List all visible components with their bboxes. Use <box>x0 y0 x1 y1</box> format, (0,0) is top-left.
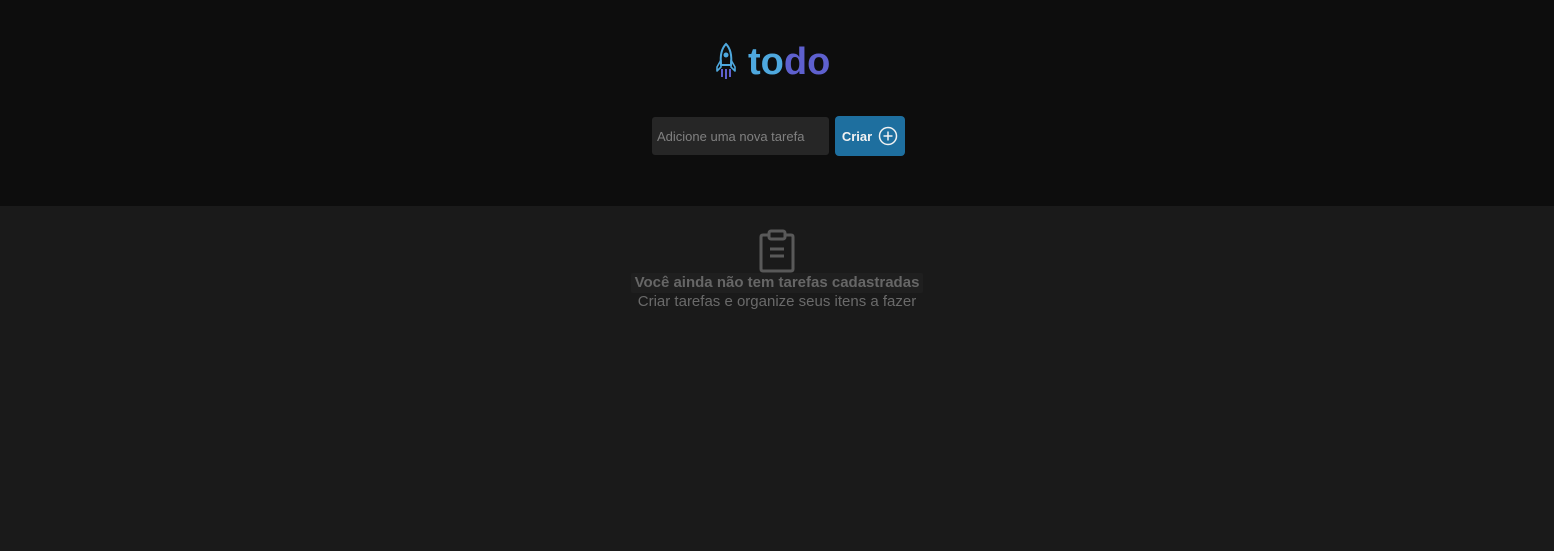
clipboard-icon <box>757 229 797 273</box>
empty-state: Você ainda não tem tarefas cadastradas C… <box>0 229 1554 311</box>
empty-state-title: Você ainda não tem tarefas cadastradas <box>630 273 924 293</box>
app-name-part2: do <box>783 41 831 83</box>
app-header: todo Criar <box>0 0 1554 206</box>
create-task-button-label: Criar <box>841 128 873 144</box>
new-task-form: Criar <box>651 116 905 156</box>
empty-state-subtitle: Criar tarefas e organize seus itens a fa… <box>637 293 917 310</box>
app-name-part1: to <box>748 41 784 83</box>
plus-circle-icon <box>878 126 898 146</box>
rocket-icon <box>711 41 741 83</box>
app-logo: todo <box>711 40 830 84</box>
create-task-button[interactable]: Criar <box>835 116 905 156</box>
new-task-input[interactable] <box>651 116 830 156</box>
app-name: todo <box>748 40 830 84</box>
